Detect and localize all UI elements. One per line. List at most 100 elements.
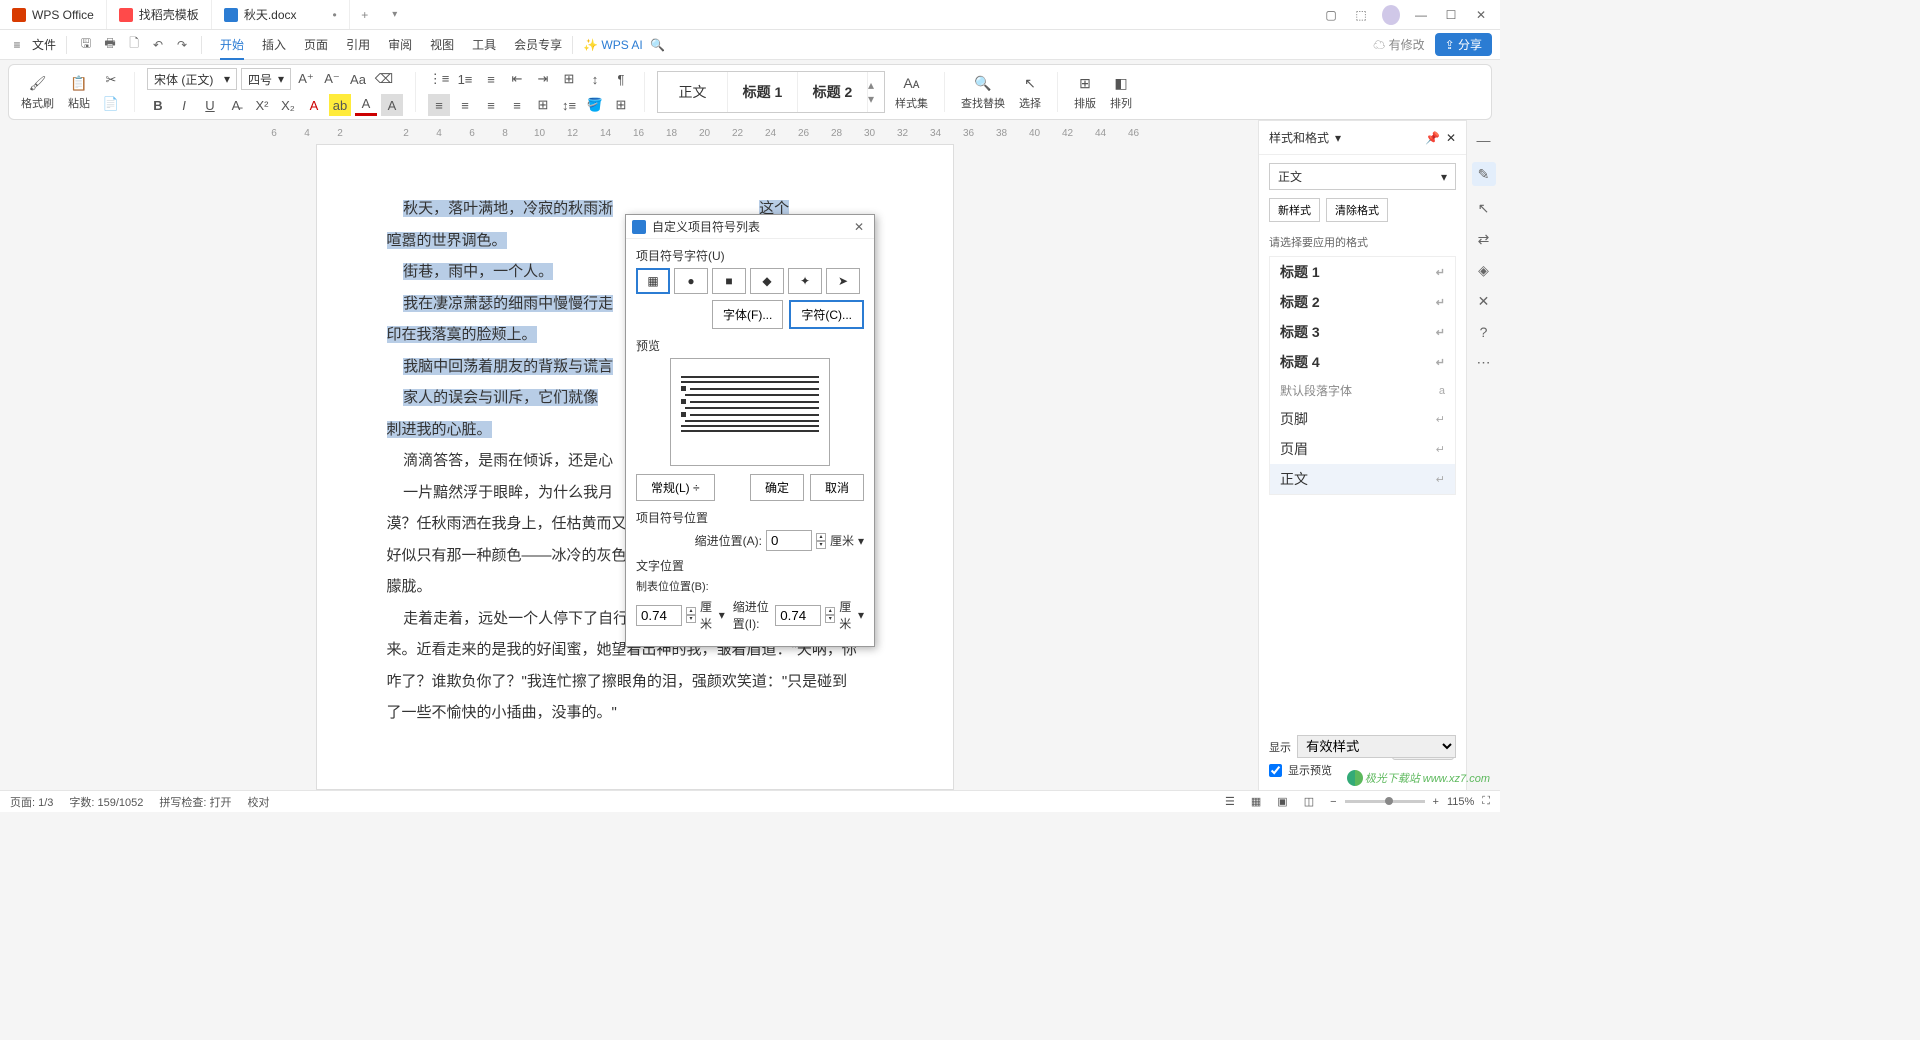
bullet-opt-5[interactable]: ✦ (788, 268, 822, 294)
menu-page[interactable]: 页面 (304, 36, 328, 54)
menu-review[interactable]: 审阅 (388, 36, 412, 54)
normal-button[interactable]: 常规(L) ÷ (636, 474, 715, 501)
style-more[interactable]: ▴▾ (868, 72, 884, 112)
bullets-icon[interactable]: ⋮≡ (428, 68, 450, 90)
menu-vip[interactable]: 会员专享 (514, 36, 562, 54)
style-normal[interactable]: 正文 (658, 72, 728, 112)
multilevel-icon[interactable]: ≡ (480, 68, 502, 90)
underline-icon[interactable]: U (199, 94, 221, 116)
text-color-icon[interactable]: A (355, 94, 377, 116)
format-painter[interactable]: 🖌格式刷 (17, 71, 58, 113)
view-mode-icon[interactable]: ▣ (1277, 795, 1287, 808)
font-color-icon[interactable]: A (303, 94, 325, 116)
font-button[interactable]: 字体(F)... (712, 300, 783, 329)
select-button[interactable]: ↖选择 (1015, 71, 1045, 113)
tabs-icon[interactable]: ⊞ (558, 68, 580, 90)
vertical-ruler[interactable] (0, 144, 24, 790)
clear-format-icon[interactable]: ⌫ (373, 68, 395, 90)
find-replace[interactable]: 🔍查找替换 (957, 71, 1009, 113)
panel-close-icon[interactable]: ✕ (1446, 131, 1456, 145)
page-status[interactable]: 页面: 1/3 (10, 794, 53, 810)
help-icon[interactable]: ? (1480, 324, 1488, 340)
share-button[interactable]: ⇪ 分享 (1435, 33, 1492, 56)
shading-icon[interactable]: A (381, 94, 403, 116)
pencil-icon[interactable]: ✎ (1472, 162, 1496, 186)
search-icon[interactable]: 🔍 (649, 36, 667, 54)
new-tab-button[interactable]: + (350, 8, 380, 22)
strike-icon[interactable]: A̵ (225, 94, 247, 116)
indent-a-input[interactable] (766, 530, 812, 551)
dialog-close-button[interactable]: ✕ (850, 220, 868, 234)
tab-input[interactable] (636, 605, 682, 626)
ok-button[interactable]: 确定 (750, 474, 804, 501)
avatar[interactable] (1382, 5, 1400, 25)
clear-format-button[interactable]: 清除格式 (1326, 198, 1388, 222)
proof-status[interactable]: 校对 (248, 794, 270, 810)
bullet-opt-2[interactable]: ● (674, 268, 708, 294)
line-spacing-icon[interactable]: ↕≡ (558, 94, 580, 116)
justify-icon[interactable]: ≡ (506, 94, 528, 116)
fill-color-icon[interactable]: 🪣 (584, 94, 606, 116)
tools-icon[interactable]: ✕ (1478, 293, 1490, 310)
grow-font-icon[interactable]: A⁺ (295, 68, 317, 90)
style-h2[interactable]: 标题 2 (798, 72, 868, 112)
undo-icon[interactable]: ↶ (149, 36, 167, 54)
zoom-out[interactable]: − (1330, 796, 1336, 808)
style-item-header[interactable]: 页眉↵ (1270, 434, 1455, 464)
style-item-default[interactable]: 默认段落字体a (1270, 377, 1455, 404)
char-button[interactable]: 字符(C)... (789, 300, 864, 329)
sort-icon[interactable]: ↕ (584, 68, 606, 90)
zoom-level[interactable]: 115% (1447, 796, 1474, 808)
word-count[interactable]: 字数: 159/1052 (69, 794, 143, 810)
view-mode-icon[interactable]: ◫ (1304, 795, 1314, 808)
style-item-h3[interactable]: 标题 3↵ (1270, 317, 1455, 347)
styleset-button[interactable]: Aᴀ样式集 (891, 71, 932, 113)
spell-check-status[interactable]: 拼写检查: 打开 (159, 794, 231, 810)
paste-button[interactable]: 📋粘贴 (64, 71, 94, 113)
minimize-button[interactable]: — (1412, 8, 1430, 22)
style-h1[interactable]: 标题 1 (728, 72, 798, 112)
font-name-select[interactable]: 宋体 (正文)▾ (147, 68, 237, 90)
current-style-select[interactable]: 正文▾ (1269, 163, 1456, 190)
tab-spinner[interactable]: ▴▾ (686, 607, 696, 623)
style-item-footer[interactable]: 页脚↵ (1270, 404, 1455, 434)
tab-template[interactable]: 找稻壳模板 (107, 0, 212, 29)
menu-reference[interactable]: 引用 (346, 36, 370, 54)
bullet-opt-4[interactable]: ◆ (750, 268, 784, 294)
menu-insert[interactable]: 插入 (262, 36, 286, 54)
font-size-select[interactable]: 四号▾ (241, 68, 291, 90)
menu-tools[interactable]: 工具 (472, 36, 496, 54)
show-marks-icon[interactable]: ¶ (610, 68, 632, 90)
tab-document[interactable]: 秋天.docx• (212, 0, 350, 29)
highlight-icon[interactable]: ab (329, 94, 351, 116)
style-item-h1[interactable]: 标题 1↵ (1270, 257, 1455, 287)
italic-icon[interactable]: I (173, 94, 195, 116)
style-gallery[interactable]: 正文 标题 1 标题 2 ▴▾ (657, 71, 885, 113)
more-icon[interactable]: ⋯ (1477, 354, 1491, 371)
align-right-icon[interactable]: ≡ (480, 94, 502, 116)
subscript-icon[interactable]: X₂ (277, 94, 299, 116)
fullscreen-icon[interactable]: ⛶ (1482, 795, 1490, 808)
menu-start[interactable]: 开始 (220, 36, 244, 60)
copy-icon[interactable]: 📄 (100, 93, 122, 115)
style-item-h4[interactable]: 标题 4↵ (1270, 347, 1455, 377)
redo-icon[interactable]: ↷ (173, 36, 191, 54)
style-item-body[interactable]: 正文↵ (1270, 464, 1455, 494)
numbering-icon[interactable]: 1≡ (454, 68, 476, 90)
cut-icon[interactable]: ✂ (100, 69, 122, 91)
cursor-icon[interactable]: ↖ (1478, 200, 1490, 217)
close-button[interactable]: ✕ (1472, 8, 1490, 22)
zoom-in[interactable]: + (1433, 796, 1439, 808)
layers-icon[interactable]: ◈ (1478, 262, 1489, 279)
bullet-opt-6[interactable]: ➤ (826, 268, 860, 294)
print-icon[interactable]: 🖶 (101, 36, 119, 54)
distribute-icon[interactable]: ⊞ (532, 94, 554, 116)
print-preview-icon[interactable]: 🗋 (125, 36, 143, 54)
unit-label[interactable]: 厘米 (830, 532, 854, 549)
cancel-button[interactable]: 取消 (810, 474, 864, 501)
shrink-font-icon[interactable]: A⁻ (321, 68, 343, 90)
wps-ai[interactable]: ✨ WPS AI (583, 38, 643, 52)
indent-i-input[interactable] (775, 605, 821, 626)
dialog-titlebar[interactable]: 自定义项目符号列表 ✕ (626, 215, 874, 239)
display-select[interactable]: 有效样式 (1297, 735, 1456, 758)
